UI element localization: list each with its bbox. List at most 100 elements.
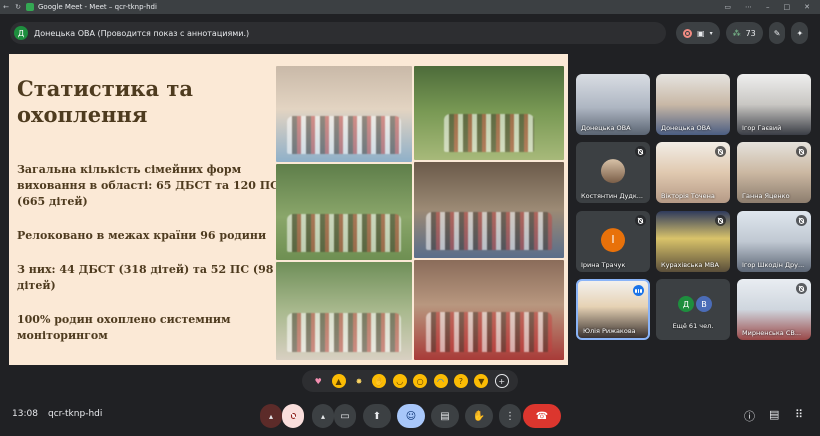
leave-call-button[interactable]: ☎ <box>523 404 561 428</box>
participant-name: Вікторія Точена <box>661 192 715 200</box>
slide-title: Статистика та охоплення <box>17 76 193 127</box>
heart-icon[interactable]: ♥ <box>311 374 325 388</box>
group-photo <box>276 262 412 360</box>
participant-name: Костянтин Дудк... <box>581 192 643 200</box>
meeting-info-icon[interactable]: ⓘ <box>744 408 755 424</box>
participant-tile-active-speaker[interactable]: Юлія Рижакова <box>576 279 650 340</box>
add-reaction-icon[interactable]: + <box>494 374 509 388</box>
layout-icon: ▣ <box>697 28 705 38</box>
apps-grid-icon[interactable]: ⠿ <box>795 408 803 421</box>
minimize-icon[interactable]: – <box>766 3 770 11</box>
thumbs-up-icon[interactable]: ▲ <box>331 374 346 388</box>
participant-tile[interactable]: Ігор Шкодін Дру... <box>737 211 811 272</box>
reactions-bar: ♥ ▲ ✸ ✋ ◡ ○ ◠ ? ▼ + <box>302 370 518 392</box>
participant-count: 73 <box>745 28 756 38</box>
participant-tile[interactable]: Донецька ОВА <box>656 74 730 135</box>
hand-icon: ✋ <box>472 410 486 422</box>
participant-tile[interactable]: І Ірина Трачук <box>576 211 650 272</box>
raise-hand-button[interactable]: ✋ <box>465 404 493 428</box>
window-titlebar: ← ↻ Google Meet - Meet – qcr-tknp-hdi ▭ … <box>0 0 820 14</box>
participant-name: Мирненська СВ... <box>742 329 802 337</box>
people-icon: ⁂ <box>732 28 741 38</box>
avatar: І <box>601 227 625 252</box>
reactions-button[interactable]: ☺ <box>397 404 425 428</box>
avatar: Д <box>678 296 694 312</box>
participant-name: Курахівська МВА <box>661 261 719 269</box>
clap-icon[interactable]: ✋ <box>372 374 387 388</box>
group-photo <box>414 66 564 160</box>
window-title: Google Meet - Meet – qcr-tknp-hdi <box>38 3 157 11</box>
thinking-icon[interactable]: ? <box>453 374 468 388</box>
chevron-up-icon: ▴ <box>268 411 273 421</box>
camera-toggle-button[interactable]: ▭ <box>334 404 356 428</box>
pin-button[interactable]: ✦ <box>791 22 809 44</box>
present-screen-button[interactable]: ⬆ <box>363 404 391 428</box>
participant-tile[interactable]: Вікторія Точена <box>656 142 730 203</box>
participant-tile[interactable]: Ганна Яценко <box>737 142 811 203</box>
video-options-button[interactable]: ▴ <box>312 404 334 428</box>
annotate-button[interactable]: ✎ <box>768 22 786 44</box>
microphone-toggle-button[interactable] <box>282 404 304 428</box>
pin-icon: ✦ <box>796 28 804 38</box>
participant-name: Ещё 61 чел. <box>672 322 714 330</box>
captions-button[interactable]: ▤ <box>431 404 459 428</box>
surprised-icon[interactable]: ○ <box>413 374 428 388</box>
party-icon[interactable]: ✸ <box>352 374 366 388</box>
hangup-icon: ☎ <box>535 410 549 422</box>
slide-paragraph: 100% родин охоплено системним моніторинг… <box>17 313 231 342</box>
mic-off-icon <box>796 283 807 294</box>
present-icon: ⬆ <box>372 410 382 422</box>
chat-icon[interactable]: ▤ <box>769 408 779 421</box>
close-icon[interactable]: ✕ <box>804 3 810 11</box>
bottom-control-bar: 13:08 qcr-tknp-hdi ▴ ▴ ▭ ⬆ ☺ ▤ ✋ ⋮ ☎ ⓘ ▤… <box>0 398 820 436</box>
avatar: В <box>696 296 712 312</box>
participant-tile[interactable]: Донецька ОВА <box>576 74 650 135</box>
camera-icon: ▭ <box>340 410 350 422</box>
participant-tile[interactable]: Костянтин Дудк... <box>576 142 650 203</box>
chevron-up-icon: ▴ <box>320 411 325 421</box>
pen-icon: ✎ <box>773 28 781 38</box>
group-photo <box>276 164 412 260</box>
top-actions: ▣ ▾ ⁂ 73 ✎ ✦ <box>676 22 809 44</box>
participant-name: Донецька ОВА <box>581 124 631 132</box>
participant-tile[interactable]: Курахівська МВА <box>656 211 730 272</box>
mic-off-icon <box>290 413 296 419</box>
presenter-text: Донецька ОВА (Проводится показ с аннотац… <box>34 28 250 38</box>
participant-name: Ігор Гаєвий <box>742 124 782 132</box>
participant-name: Ігор Шкодін Дру... <box>742 261 805 269</box>
slide-paragraph: Релоковано в межах країни 96 родини <box>17 229 267 242</box>
cast-icon[interactable]: ▭ <box>724 3 731 11</box>
participant-name: Ірина Трачук <box>581 261 626 269</box>
crying-icon[interactable]: ◠ <box>433 374 448 388</box>
participant-tile[interactable]: Ігор Гаєвий <box>737 74 811 135</box>
more-participants-tile[interactable]: Д В Ещё 61 чел. <box>656 279 730 340</box>
participant-tile[interactable]: Мирненська СВ... <box>737 279 811 340</box>
slide-paragraph: З них: 44 ДБСТ (318 дітей) та 52 ПС (98 … <box>17 263 274 292</box>
mic-off-icon <box>715 215 726 226</box>
mic-off-icon <box>715 146 726 157</box>
maximize-icon[interactable]: □ <box>784 3 791 11</box>
mic-off-icon <box>635 146 646 157</box>
more-options-button[interactable]: ⋮ <box>499 404 521 428</box>
back-icon[interactable]: ← <box>0 3 12 11</box>
audio-options-button[interactable]: ▴ <box>260 404 282 428</box>
avatar <box>601 158 625 183</box>
meeting-code: qcr-tknp-hdi <box>48 409 103 419</box>
group-photo <box>276 66 412 162</box>
more-vert-icon: ⋮ <box>505 410 515 422</box>
emoji-icon: ☺ <box>405 410 417 422</box>
menu-dots-icon[interactable]: ⋯ <box>745 3 752 11</box>
participant-name: Донецька ОВА <box>661 124 711 132</box>
slide-paragraph: Загальна кількість сімейних форм вихован… <box>17 163 279 208</box>
thumbs-down-icon[interactable]: ▼ <box>474 374 489 388</box>
reload-icon[interactable]: ↻ <box>12 3 24 11</box>
participants-button[interactable]: ⁂ 73 <box>725 22 763 44</box>
photo-collage <box>276 66 566 362</box>
presenter-banner[interactable]: Д Донецька ОВА (Проводится показ с аннот… <box>10 22 666 44</box>
mic-off-icon <box>796 146 807 157</box>
captions-icon: ▤ <box>440 410 450 422</box>
laugh-icon[interactable]: ◡ <box>392 374 407 388</box>
chevron-down-icon: ▾ <box>709 29 713 37</box>
recording-button[interactable]: ▣ ▾ <box>676 22 720 44</box>
presenter-avatar: Д <box>14 26 28 40</box>
